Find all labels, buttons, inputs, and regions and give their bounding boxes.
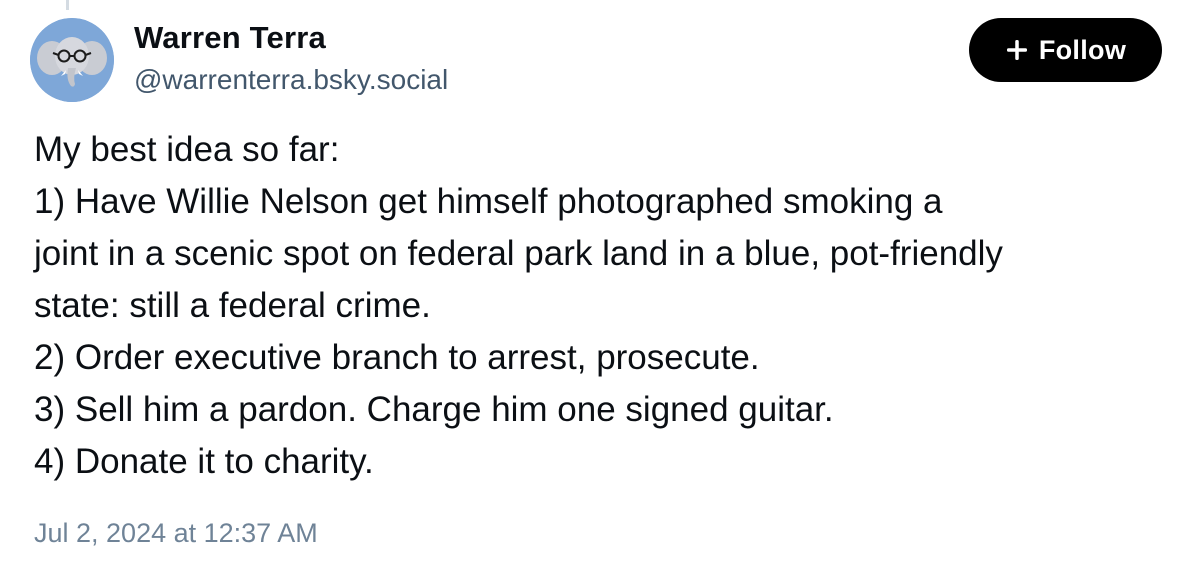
post-line: 4) Donate it to charity.: [34, 442, 374, 481]
post-line: 3) Sell him a pardon. Charge him one sig…: [34, 390, 834, 429]
post-line: 2) Order executive branch to arrest, pro…: [34, 338, 760, 377]
post-timestamp[interactable]: Jul 2, 2024 at 12:37 AM: [34, 518, 318, 549]
post-line: joint in a scenic spot on federal park l…: [34, 234, 1003, 273]
post-text: My best idea so far: 1) Have Willie Nels…: [34, 124, 1174, 488]
thread-connector-line: [66, 0, 69, 10]
author-handle[interactable]: @warrenterra.bsky.social: [134, 64, 448, 96]
elephant-with-glasses-icon: [30, 18, 114, 102]
follow-button-label: Follow: [1038, 34, 1127, 65]
author-display-name[interactable]: Warren Terra: [134, 20, 326, 56]
post-line: 1) Have Willie Nelson get himself photog…: [34, 182, 943, 221]
post-line: My best idea so far:: [34, 130, 340, 169]
plus-icon: [1005, 38, 1029, 62]
avatar[interactable]: [30, 18, 114, 102]
follow-button[interactable]: Follow: [969, 18, 1162, 82]
post-line: state: still a federal crime.: [34, 286, 431, 325]
